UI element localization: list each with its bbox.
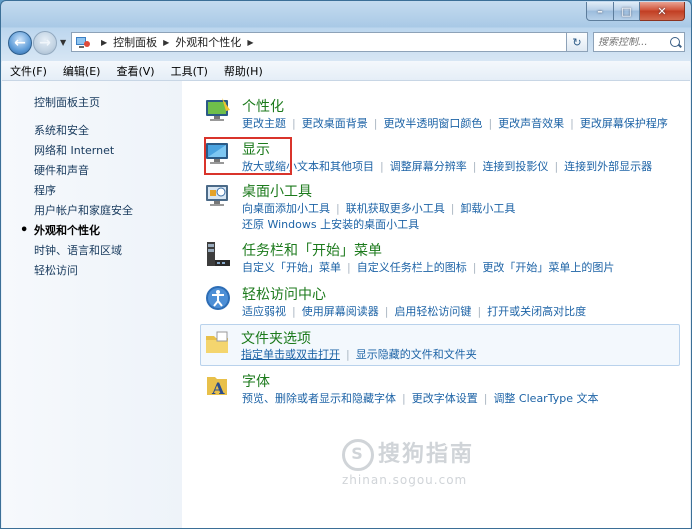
sidebar: 控制面板主页 系统和安全 网络和 Internet 硬件和声音 程序 用户帐户和… [2,81,182,528]
link-low-vision[interactable]: 适应弱视 [242,305,286,318]
control-panel-window: – □ ✕ ← → ▼ ▶ 控制面板 ▶ 外观和个性化 ▶ ▼ ↻ 文件(F) … [0,0,692,529]
link-start-picture[interactable]: 更改「开始」菜单上的图片 [482,261,614,274]
refresh-button[interactable]: ↻ [566,32,588,52]
link-projector[interactable]: 连接到投影仪 [482,160,548,173]
link-desktop-background[interactable]: 更改桌面背景 [302,117,368,130]
menu-tools[interactable]: 工具(T) [163,63,216,79]
link-high-contrast[interactable]: 打开或关闭高对比度 [487,305,586,318]
breadcrumb-separator-icon: ▶ [247,37,254,47]
category-links: 适应弱视 | 使用屏幕阅读器 | 启用轻松访问键 | 打开或关闭高对比度 [242,305,587,318]
sidebar-item-hardware-sound[interactable]: 硬件和声音 [34,161,133,181]
category-title[interactable]: 轻松访问中心 [242,284,326,304]
highlight-box [204,137,292,175]
link-uninstall-gadget[interactable]: 卸载小工具 [460,202,515,215]
link-screensaver[interactable]: 更改屏幕保护程序 [580,117,668,130]
personalization-icon [204,96,232,124]
category-links: 更改主题 | 更改桌面背景 | 更改半透明窗口颜色 | 更改声音效果 | 更改屏幕保护程序 [242,117,668,130]
link-font-settings[interactable]: 更改字体设置 [412,392,478,405]
navigation-bar: ← → ▼ ▶ 控制面板 ▶ 外观和个性化 ▶ ▼ ↻ [1,28,691,58]
breadcrumb-separator-icon: ▶ [163,37,170,47]
watermark: S 搜狗指南 [342,436,502,471]
folder-options-icon [203,329,231,357]
category-title[interactable]: 文件夹选项 [241,328,311,348]
category-folder-options: 文件夹选项 指定单击或双击打开 | 显示隐藏的文件和文件夹 [200,324,680,366]
fonts-icon: A [204,371,232,399]
category-fonts: A 字体 预览、删除或者显示和隐藏字体 | 更改字体设置 | 调整 ClearType … [202,371,680,405]
sidebar-item-clock-region[interactable]: 时钟、语言和区域 [34,241,133,261]
search-icon[interactable] [670,37,680,47]
maximize-button[interactable]: □ [614,2,640,21]
menu-edit[interactable]: 编辑(E) [55,63,109,79]
search-input[interactable] [598,36,662,48]
category-personalization: 个性化 更改主题 | 更改桌面背景 | 更改半透明窗口颜色 | 更改声音效果 | 更改屏幕保护程… [202,96,680,130]
menu-file[interactable]: 文件(F) [2,63,55,79]
link-external-display[interactable]: 连接到外部显示器 [564,160,652,173]
watermark-text: 搜狗指南 [378,442,475,467]
link-add-gadget[interactable]: 向桌面添加小工具 [242,202,330,215]
category-title[interactable]: 任务栏和「开始」菜单 [242,240,382,260]
link-customize-start[interactable]: 自定义「开始」菜单 [242,261,341,274]
category-title[interactable]: 字体 [242,371,270,391]
taskbar-icon [204,240,232,268]
sidebar-item-programs[interactable]: 程序 [34,181,133,201]
sidebar-item-ease-of-access[interactable]: 轻松访问 [34,261,133,281]
link-screen-reader[interactable]: 使用屏幕阅读器 [302,305,379,318]
link-single-double-click[interactable]: 指定单击或双击打开 [241,348,340,361]
category-links: 指定单击或双击打开 | 显示隐藏的文件和文件夹 [241,348,477,361]
category-title[interactable]: 个性化 [242,96,284,116]
arrow-left-icon: ← [14,35,26,51]
sidebar-item-system-security[interactable]: 系统和安全 [34,121,133,141]
minimize-button[interactable]: – [586,2,614,21]
link-resolution[interactable]: 调整屏幕分辨率 [390,160,467,173]
link-window-color[interactable]: 更改半透明窗口颜色 [383,117,482,130]
link-restore-gadgets[interactable]: 还原 Windows 上安装的桌面小工具 [242,218,419,231]
breadcrumb-control-panel[interactable]: 控制面板 [113,34,157,50]
search-box[interactable] [593,32,685,52]
category-links: 放大或缩小文本和其他项目 | 调整屏幕分辨率 | 连接到投影仪 | 连接到外部显示器 [242,160,653,173]
control-panel-icon [75,35,91,49]
close-button[interactable]: ✕ [640,2,685,21]
sidebar-item-appearance[interactable]: 外观和个性化 [20,221,133,241]
caption-buttons: – □ ✕ [586,2,685,21]
sogou-logo-icon: S [342,439,374,471]
link-sound-effects[interactable]: 更改声音效果 [498,117,564,130]
gadgets-icon [204,181,232,209]
menu-view[interactable]: 查看(V) [108,63,162,79]
sidebar-list: 系统和安全 网络和 Internet 硬件和声音 程序 用户帐户和家庭安全 外观… [20,121,133,281]
category-taskbar: 任务栏和「开始」菜单 自定义「开始」菜单 | 自定义任务栏上的图标 | 更改「开始」菜单… [202,240,680,274]
watermark-url: zhinan.sogou.com [342,473,468,487]
link-taskbar-icons[interactable]: 自定义任务栏上的图标 [357,261,467,274]
breadcrumb-appearance[interactable]: 外观和个性化 [175,34,241,50]
category-links: 预览、删除或者显示和隐藏字体 | 更改字体设置 | 调整 ClearType 文本 [242,392,599,405]
link-change-theme[interactable]: 更改主题 [242,117,286,130]
link-get-more-gadgets[interactable]: 联机获取更多小工具 [346,202,445,215]
sidebar-home-link[interactable]: 控制面板主页 [34,94,100,110]
sidebar-item-network[interactable]: 网络和 Internet [34,141,133,161]
arrow-right-icon: → [39,35,51,51]
category-ease-of-access: 轻松访问中心 适应弱视 | 使用屏幕阅读器 | 启用轻松访问键 | 打开或关闭高对比度 [202,284,680,318]
category-gadgets: 桌面小工具 向桌面添加小工具 | 联机获取更多小工具 | 卸载小工具 还原 Windows… [202,181,680,231]
breadcrumb-separator-icon: ▶ [101,37,108,47]
category-title[interactable]: 桌面小工具 [242,181,312,201]
category-links: 向桌面添加小工具 | 联机获取更多小工具 | 卸载小工具 还原 Windows 上安装的桌… [242,202,516,231]
back-button[interactable]: ← [8,31,32,55]
content-area: 控制面板主页 系统和安全 网络和 Internet 硬件和声音 程序 用户帐户和… [2,81,690,528]
menu-help[interactable]: 帮助(H) [216,63,271,79]
ease-of-access-icon [204,284,232,312]
address-bar[interactable]: ▶ 控制面板 ▶ 外观和个性化 ▶ ▼ [71,32,586,52]
sidebar-item-user-accounts[interactable]: 用户帐户和家庭安全 [34,201,133,221]
recent-pages-dropdown[interactable]: ▼ [60,38,66,47]
link-preview-fonts[interactable]: 预览、删除或者显示和隐藏字体 [242,392,396,405]
link-cleartype[interactable]: 调整 ClearType 文本 [493,392,598,405]
link-access-keys[interactable]: 启用轻松访问键 [394,305,471,318]
svg-text:A: A [211,379,225,398]
menu-bar: 文件(F) 编辑(E) 查看(V) 工具(T) 帮助(H) [2,61,690,81]
category-links: 自定义「开始」菜单 | 自定义任务栏上的图标 | 更改「开始」菜单上的图片 [242,261,615,274]
forward-button[interactable]: → [33,31,57,55]
link-hidden-files[interactable]: 显示隐藏的文件和文件夹 [356,348,477,361]
refresh-icon: ↻ [572,35,582,49]
